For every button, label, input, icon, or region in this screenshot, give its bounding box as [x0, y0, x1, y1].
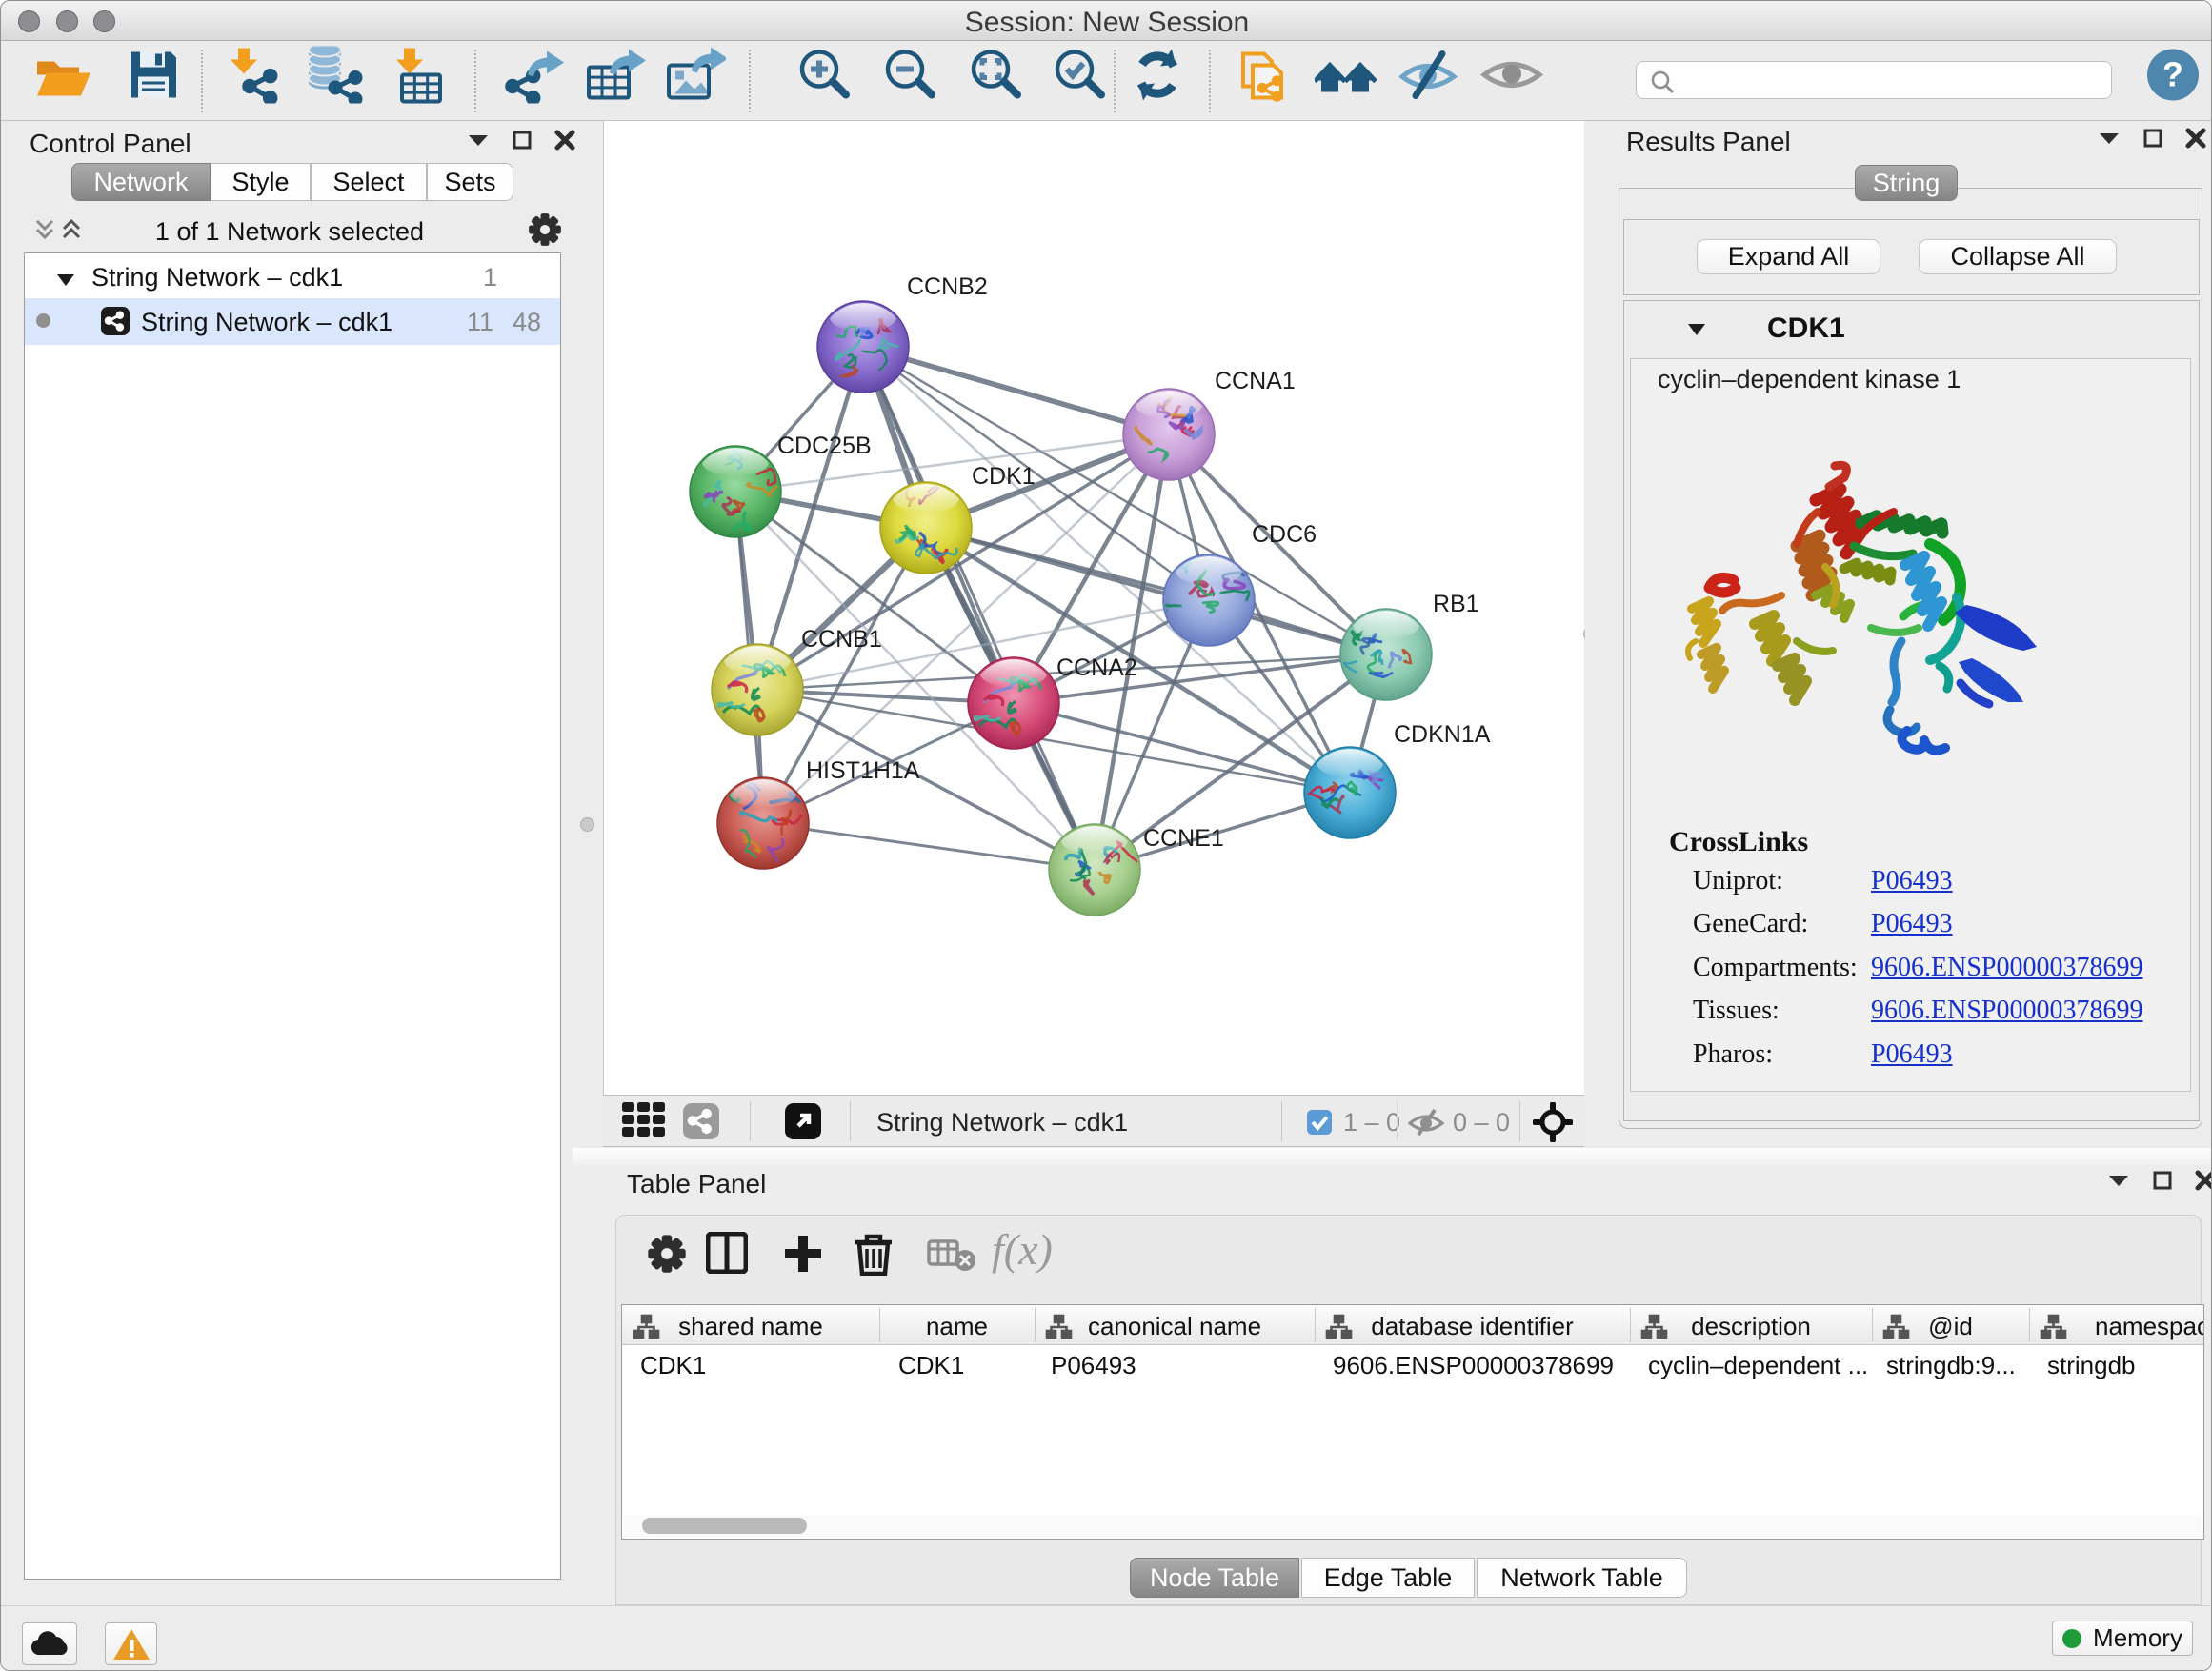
svg-text:CCNA1: CCNA1: [1215, 368, 1296, 394]
svg-text:HIST1H1A: HIST1H1A: [806, 757, 920, 784]
svg-text:CDK1: CDK1: [972, 463, 1036, 490]
svg-text:CCNB1: CCNB1: [801, 626, 882, 653]
svg-text:CCNB2: CCNB2: [907, 273, 988, 300]
svg-text:RB1: RB1: [1433, 591, 1479, 617]
svg-text:CDC25B: CDC25B: [777, 433, 872, 459]
svg-text:?: ?: [2162, 54, 2183, 93]
svg-text:CCNA2: CCNA2: [1056, 654, 1137, 681]
svg-text:CDKN1A: CDKN1A: [1394, 721, 1491, 748]
svg-text:CCNE1: CCNE1: [1143, 825, 1224, 852]
svg-text:CDC6: CDC6: [1252, 521, 1317, 548]
